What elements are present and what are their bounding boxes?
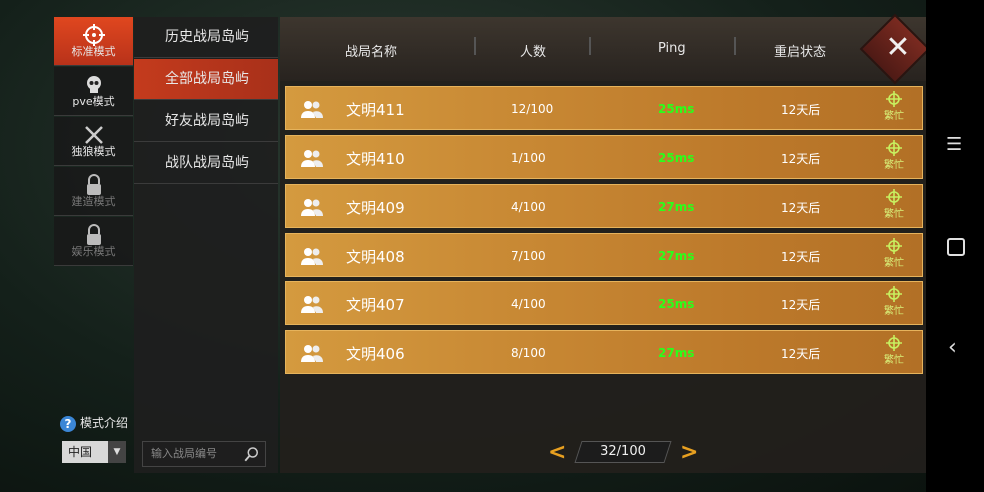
ping-value: 27ms — [658, 249, 695, 263]
status-label: 繁忙 — [884, 355, 904, 366]
chevron-down-icon: ▼ — [108, 441, 126, 463]
players-icon — [301, 150, 323, 167]
mode-label: 独狼模式 — [71, 145, 116, 158]
header-divider — [474, 37, 476, 55]
island-search-input[interactable]: 输入战局编号 — [142, 441, 266, 467]
help-icon: ? — [60, 415, 76, 432]
submenu-label: 战队战局岛屿 — [165, 155, 249, 171]
submenu-all[interactable]: 全部战局岛屿 — [134, 59, 278, 100]
submenu-history[interactable]: 历史战局岛屿 — [134, 17, 278, 58]
player-count: 12/100 — [511, 102, 554, 116]
header-divider — [589, 37, 591, 55]
ping-value: 25ms — [658, 102, 695, 116]
header-name: 战局名称 — [345, 45, 398, 60]
mode-build[interactable]: 建造模式 — [54, 167, 133, 216]
server-status: 繁忙 — [876, 335, 912, 366]
server-name: 文明409 — [346, 199, 405, 217]
header-count: 人数 — [520, 45, 547, 60]
server-name: 文明406 — [346, 345, 405, 363]
status-label: 繁忙 — [884, 160, 904, 171]
server-row[interactable]: 文明408 7/100 27ms 12天后繁忙 — [285, 233, 923, 277]
restart-status: 12天后 — [781, 250, 821, 264]
server-status: 繁忙 — [876, 189, 912, 220]
restart-status: 12天后 — [781, 152, 821, 166]
server-name: 文明408 — [346, 248, 405, 266]
home-square-icon[interactable] — [947, 238, 965, 256]
server-row[interactable]: 文明406 8/100 27ms 12天后繁忙 — [285, 330, 923, 374]
submenu-label: 好友战局岛屿 — [165, 113, 249, 129]
header-divider — [734, 37, 736, 55]
ping-value: 27ms — [658, 200, 695, 214]
player-count: 4/100 — [511, 297, 546, 311]
status-crosshair-icon — [886, 140, 902, 156]
status-label: 繁忙 — [884, 258, 904, 269]
status-crosshair-icon — [886, 189, 902, 205]
server-row[interactable]: 文明410 1/100 25ms 12天后繁忙 — [285, 135, 923, 179]
close-icon[interactable]: ✕ — [880, 30, 916, 66]
submenu-friends[interactable]: 好友战局岛屿 — [134, 101, 278, 142]
back-chevron-icon[interactable]: ‹ — [948, 335, 957, 360]
player-count: 8/100 — [511, 346, 546, 360]
submenu-label: 全部战局岛屿 — [165, 71, 249, 87]
mode-label: 标准模式 — [71, 45, 116, 58]
players-icon — [301, 296, 323, 313]
mode-pve[interactable]: pve模式 — [54, 67, 133, 116]
restart-status: 12天后 — [781, 347, 821, 361]
region-select[interactable]: 中国 ▼ — [62, 441, 126, 463]
status-label: 繁忙 — [884, 306, 904, 317]
server-status: 繁忙 — [876, 140, 912, 171]
server-name: 文明407 — [346, 296, 405, 314]
island-category-list: 历史战局岛屿 全部战局岛屿 好友战局岛屿 战队战局岛屿 — [134, 17, 278, 473]
region-value: 中国 — [68, 445, 93, 459]
restart-status: 12天后 — [781, 103, 821, 117]
players-icon — [301, 248, 323, 265]
status-crosshair-icon — [886, 286, 902, 302]
player-count: 4/100 — [511, 200, 546, 214]
mode-solo[interactable]: 独狼模式 — [54, 117, 133, 166]
player-count: 7/100 — [511, 249, 546, 263]
page-indicator: 32/100 — [600, 444, 646, 459]
table-header: 战局名称 人数 Ping 重启状态 — [280, 17, 926, 81]
submenu-team[interactable]: 战队战局岛屿 — [134, 143, 278, 184]
prev-page-button[interactable]: < — [548, 440, 566, 465]
menu-icon[interactable]: ☰ — [946, 134, 962, 155]
search-icon[interactable] — [243, 445, 261, 463]
status-crosshair-icon — [886, 335, 902, 351]
ping-value: 25ms — [658, 297, 695, 311]
mode-standard[interactable]: 标准模式 — [54, 17, 133, 66]
server-status: 繁忙 — [876, 286, 912, 317]
server-name: 文明411 — [346, 101, 405, 119]
header-ping: Ping — [658, 41, 686, 56]
mode-label: pve模式 — [72, 95, 115, 108]
server-row[interactable]: 文明411 12/100 25ms 12天后繁忙 — [285, 86, 923, 130]
ping-value: 27ms — [658, 346, 695, 360]
mode-intro-label: 模式介绍 — [80, 416, 129, 430]
status-crosshair-icon — [886, 91, 902, 107]
server-row[interactable]: 文明409 4/100 27ms 12天后繁忙 — [285, 184, 923, 228]
search-placeholder: 输入战局编号 — [151, 447, 217, 460]
restart-status: 12天后 — [781, 298, 821, 312]
players-icon — [301, 101, 323, 118]
status-label: 繁忙 — [884, 111, 904, 122]
server-row[interactable]: 文明407 4/100 25ms 12天后繁忙 — [285, 281, 923, 325]
mode-label: 建造模式 — [71, 195, 116, 208]
restart-status: 12天后 — [781, 201, 821, 215]
submenu-label: 历史战局岛屿 — [165, 29, 249, 45]
mode-sidebar: 标准模式 pve模式 独狼模式 建造模式 娱乐模式 — [54, 17, 134, 267]
next-page-button[interactable]: > — [680, 440, 698, 465]
player-count: 1/100 — [511, 151, 546, 165]
mode-fun[interactable]: 娱乐模式 — [54, 217, 133, 266]
status-crosshair-icon — [886, 238, 902, 254]
players-icon — [301, 345, 323, 362]
mode-intro-link[interactable]: ? 模式介绍 — [60, 414, 128, 432]
status-label: 繁忙 — [884, 209, 904, 220]
players-icon — [301, 199, 323, 216]
mode-label: 娱乐模式 — [71, 245, 116, 258]
server-name: 文明410 — [346, 150, 405, 168]
system-nav-bar: ☰ ‹ — [926, 0, 984, 492]
server-status: 繁忙 — [876, 238, 912, 269]
ping-value: 25ms — [658, 151, 695, 165]
header-restart: 重启状态 — [774, 45, 827, 60]
server-status: 繁忙 — [876, 91, 912, 122]
